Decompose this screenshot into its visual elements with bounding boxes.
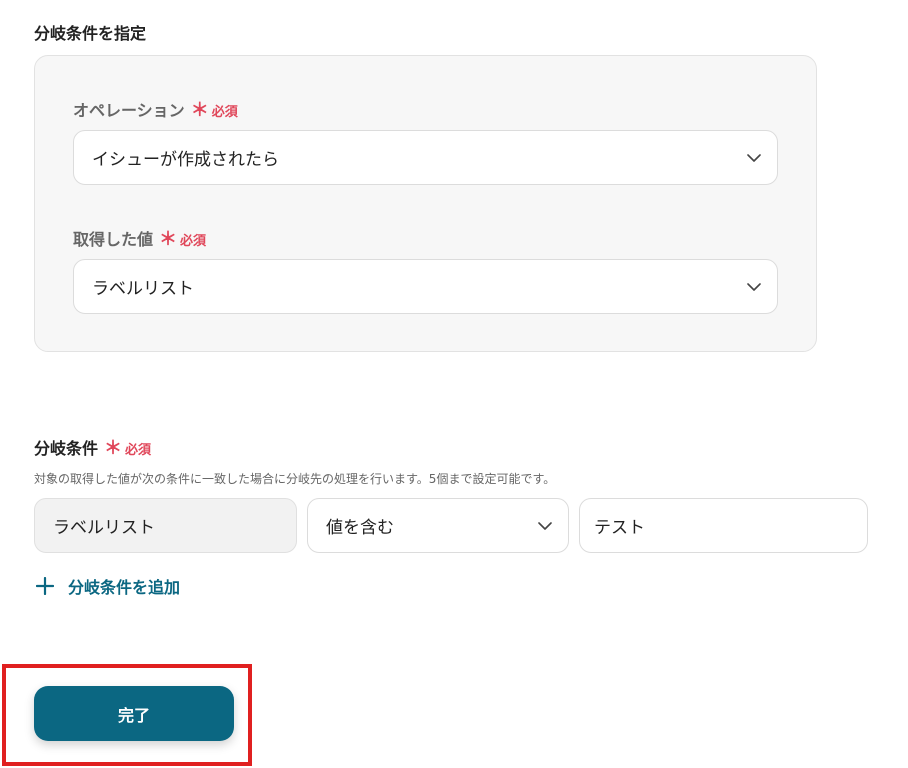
required-star: ＊ xyxy=(159,229,178,250)
condition-operator-select[interactable]: 値を含む xyxy=(307,498,569,553)
acquired-value-label-text: 取得した値 xyxy=(73,230,154,249)
chevron-down-icon xyxy=(538,521,552,530)
condition-value-input[interactable]: テスト xyxy=(579,498,868,553)
required-text: 必須 xyxy=(211,105,238,120)
branch-condition-title: 分岐条件 ＊ 必須 xyxy=(34,434,151,460)
operation-select[interactable]: イシューが作成されたら xyxy=(73,130,778,185)
operation-label-text: オペレーション xyxy=(73,101,185,120)
condition-operator-value: 値を含む xyxy=(326,518,394,538)
branch-condition-description: 対象の取得した値が次の条件に一致した場合に分岐先の処理を行います。5個まで設定可… xyxy=(34,472,556,486)
required-text: 必須 xyxy=(125,443,152,458)
required-text: 必須 xyxy=(180,234,207,249)
required-indicator: ＊ 必須 xyxy=(159,225,206,251)
branch-spec-title: 分岐条件を指定 xyxy=(34,24,147,43)
condition-target-field: ラベルリスト xyxy=(34,498,297,553)
required-star: ＊ xyxy=(190,100,209,121)
required-indicator: ＊ 必須 xyxy=(104,434,151,460)
chevron-down-icon xyxy=(747,282,761,291)
acquired-value-select[interactable]: ラベルリスト xyxy=(73,259,778,314)
done-button[interactable]: 完了 xyxy=(34,686,234,741)
plus-icon xyxy=(36,577,54,595)
required-indicator: ＊ 必須 xyxy=(191,96,238,122)
chevron-down-icon xyxy=(747,153,761,162)
done-button-label: 完了 xyxy=(117,705,150,725)
condition-target-value: ラベルリスト xyxy=(53,518,155,538)
acquired-value-label: 取得した値 ＊ 必須 xyxy=(73,225,206,251)
branch-condition-title-text: 分岐条件 xyxy=(34,439,99,458)
operation-select-value: イシューが作成されたら xyxy=(92,150,279,170)
add-condition-button[interactable]: 分岐条件を追加 xyxy=(36,574,180,598)
condition-value-text: テスト xyxy=(594,518,645,538)
operation-label: オペレーション ＊ 必須 xyxy=(73,96,238,122)
acquired-value-select-value: ラベルリスト xyxy=(92,279,194,299)
required-star: ＊ xyxy=(104,438,123,459)
add-condition-label: 分岐条件を追加 xyxy=(68,578,181,597)
